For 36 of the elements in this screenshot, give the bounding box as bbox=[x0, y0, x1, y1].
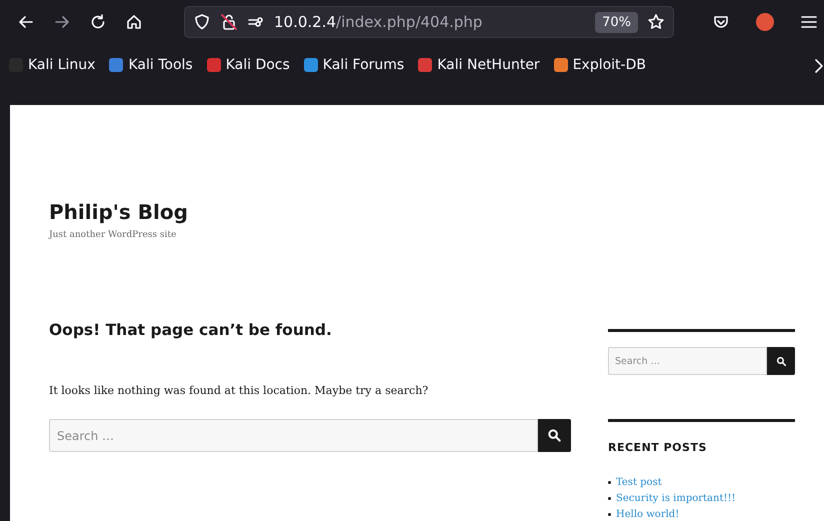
bookmark[interactable]: Kali NetHunter bbox=[417, 55, 541, 75]
page-heading: Oops! That page can’t be found. bbox=[49, 321, 332, 339]
home-icon[interactable] bbox=[125, 13, 143, 31]
zoom-level[interactable]: 70% bbox=[595, 12, 638, 32]
search-icon bbox=[776, 356, 786, 366]
search-icon bbox=[547, 428, 562, 443]
forward-icon[interactable] bbox=[53, 13, 71, 31]
search-button[interactable] bbox=[767, 347, 795, 375]
post-link[interactable]: Security is important!!! bbox=[616, 492, 736, 504]
widget-title: RECENT POSTS bbox=[608, 441, 707, 454]
shield-icon bbox=[193, 13, 211, 31]
star-icon[interactable] bbox=[647, 13, 665, 31]
bullet-icon bbox=[608, 480, 611, 484]
bullet-icon bbox=[608, 496, 611, 500]
post-link[interactable]: Hello world! bbox=[616, 508, 680, 520]
not-found-message: It looks like nothing was found at this location. Maybe try a search? bbox=[49, 384, 428, 397]
bookmark[interactable]: Kali Tools bbox=[108, 55, 194, 75]
menu-icon[interactable] bbox=[800, 13, 818, 31]
bookmark[interactable]: Kali Forums bbox=[302, 55, 406, 75]
pocket-icon[interactable] bbox=[712, 13, 730, 31]
search-field[interactable]: Search … bbox=[49, 419, 538, 452]
bookmark[interactable]: Kali Linux bbox=[8, 55, 96, 75]
site-title[interactable]: Philip's Blog bbox=[49, 200, 188, 224]
bookmark[interactable]: Kali Docs bbox=[206, 55, 291, 75]
lock-slash-icon bbox=[220, 13, 238, 31]
reload-icon[interactable] bbox=[89, 13, 107, 31]
search-field[interactable]: Search … bbox=[608, 347, 767, 375]
extension-icon[interactable] bbox=[756, 13, 774, 31]
bullet-icon bbox=[608, 512, 611, 516]
site-tagline: Just another WordPress site bbox=[49, 230, 176, 240]
back-icon[interactable] bbox=[17, 13, 35, 31]
address-bar[interactable]: 10.0.2.4/index.php/404.php 70% bbox=[184, 6, 674, 38]
post-link[interactable]: Test post bbox=[616, 476, 662, 488]
bookmark[interactable]: Exploit-DB bbox=[552, 55, 647, 75]
search-button[interactable] bbox=[538, 419, 571, 452]
url-text[interactable]: 10.0.2.4/index.php/404.php bbox=[274, 13, 586, 31]
